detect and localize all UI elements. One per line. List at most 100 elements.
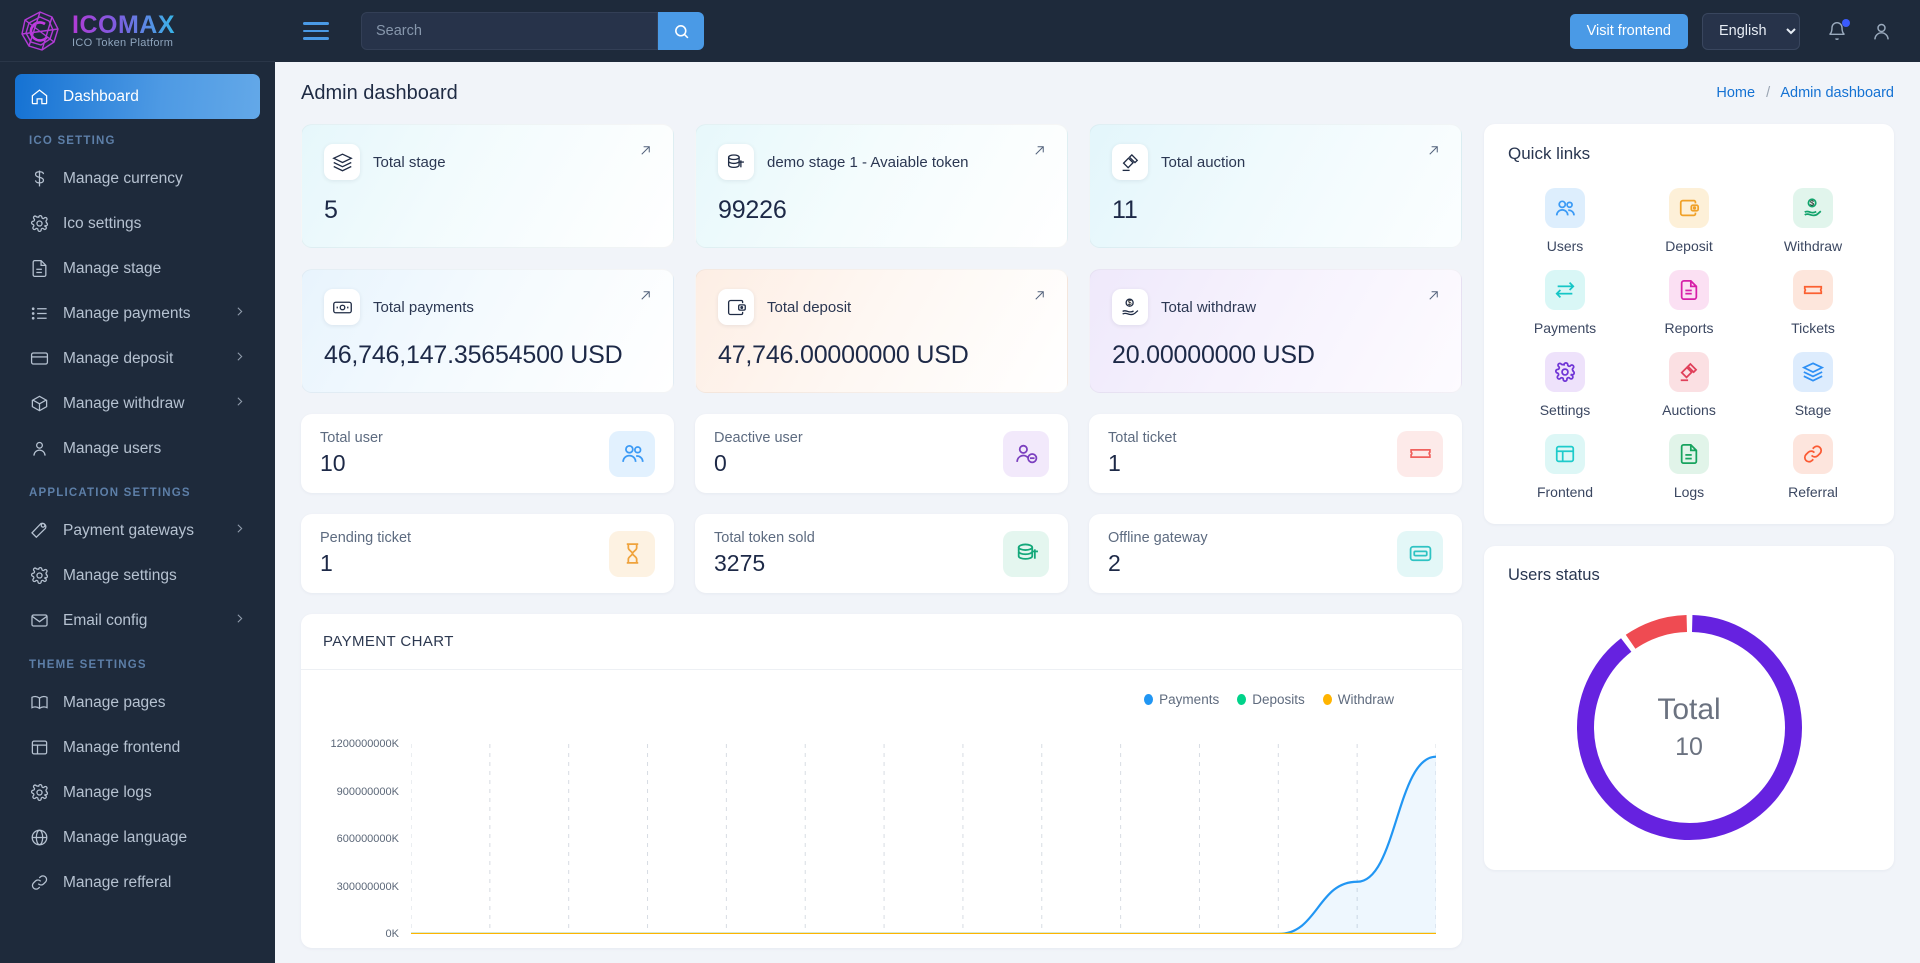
gear-icon <box>29 214 49 234</box>
quick-link-payments[interactable]: Payments <box>1506 270 1624 336</box>
quick-link-referral[interactable]: Referral <box>1754 434 1872 500</box>
quick-link-label: Users <box>1546 238 1584 254</box>
notification-bell-button[interactable] <box>1822 16 1852 46</box>
metric-card-total-token-sold[interactable]: Total token sold 3275 <box>695 514 1068 593</box>
quick-link-settings[interactable]: Settings <box>1506 352 1624 418</box>
sidebar-item-dashboard[interactable]: Dashboard <box>15 74 260 119</box>
language-select[interactable]: English <box>1702 12 1800 50</box>
layout-icon <box>29 738 49 758</box>
legend-color-dot <box>1237 693 1247 705</box>
legend-item-deposits[interactable]: Deposits <box>1237 692 1305 707</box>
page-content: Admin dashboard Home / Admin dashboard T… <box>275 62 1920 963</box>
quick-link-label: Tickets <box>1791 320 1835 336</box>
quick-link-withdraw[interactable]: $ Withdraw <box>1754 188 1872 254</box>
sidebar-item-manage-settings[interactable]: Manage settings <box>15 553 260 598</box>
hand-cash-icon: $ <box>1804 198 1822 217</box>
layout-icon <box>1555 445 1575 463</box>
stat-card-total-stage[interactable]: Total stage 5 <box>301 124 674 248</box>
sidebar-item-payment-gateways[interactable]: Payment gateways <box>15 508 260 553</box>
stat-card-label: Total payments <box>373 298 474 316</box>
stat-card-total-payments[interactable]: Total payments 46,746,147.35654500 USD <box>301 269 674 393</box>
sidebar-item-manage-logs[interactable]: Manage logs <box>15 770 260 815</box>
arrow-up-right-icon[interactable] <box>1426 288 1441 308</box>
quick-link-label: Settings <box>1539 402 1591 418</box>
sidebar-item-label: Manage language <box>63 828 188 846</box>
chevron-right-icon[interactable] <box>233 395 246 413</box>
metric-card-total-user[interactable]: Total user 10 <box>301 414 674 493</box>
metric-card-total-ticket[interactable]: Total ticket 1 <box>1089 414 1462 493</box>
quick-link-logs[interactable]: Logs <box>1630 434 1748 500</box>
home-icon <box>29 87 49 107</box>
legend-item-withdraw[interactable]: Withdraw <box>1322 692 1394 707</box>
sidebar-item-manage-withdraw[interactable]: Manage withdraw <box>15 381 260 426</box>
arrow-up-right-icon[interactable] <box>638 143 653 163</box>
quick-link-reports[interactable]: Reports <box>1630 270 1748 336</box>
ticket-icon <box>1793 270 1833 310</box>
dollar-icon <box>29 169 49 189</box>
chevron-right-icon[interactable] <box>233 305 246 323</box>
metric-card-offline-gateway[interactable]: Offline gateway 2 <box>1089 514 1462 593</box>
sidebar-item-manage-language[interactable]: Manage language <box>15 815 260 860</box>
arrow-up-right-icon[interactable] <box>1032 143 1047 163</box>
document-icon <box>1680 443 1698 465</box>
gear-icon <box>29 566 49 586</box>
sidebar-item-manage-refferal[interactable]: Manage refferal <box>15 860 260 905</box>
sidebar-item-manage-pages[interactable]: Manage pages <box>15 680 260 725</box>
account-menu-button[interactable] <box>1866 16 1896 46</box>
globe-icon <box>29 828 49 848</box>
stat-card-demo-stage-1-avaiable-token[interactable]: demo stage 1 - Avaiable token 99226 <box>695 124 1068 248</box>
big-cards-row-2: Total payments 46,746,147.35654500 USD Tot… <box>301 269 1462 393</box>
sidebar-item-label: Manage refferal <box>63 873 172 891</box>
wallet-icon <box>1679 199 1700 217</box>
visit-frontend-button[interactable]: Visit frontend <box>1569 13 1688 49</box>
brand[interactable]: ICOMAX ICO Token Platform <box>0 0 275 62</box>
sidebar-item-manage-frontend[interactable]: Manage frontend <box>15 725 260 770</box>
hand-cash-icon: $ <box>1793 188 1833 228</box>
ticket-icon <box>1397 430 1443 477</box>
layout-icon <box>1545 434 1585 474</box>
document-icon <box>32 259 46 278</box>
sidebar-item-manage-payments[interactable]: Manage payments <box>15 291 260 336</box>
breadcrumb-current[interactable]: Admin dashboard <box>1780 85 1894 101</box>
sidebar-item-manage-users[interactable]: Manage users <box>15 426 260 471</box>
chevron-right-icon[interactable] <box>233 522 246 540</box>
stat-card-total-auction[interactable]: Total auction 11 <box>1089 124 1462 248</box>
book-icon <box>29 693 49 713</box>
sidebar-item-ico-settings[interactable]: Ico settings <box>15 201 260 246</box>
layout-icon <box>31 740 47 755</box>
quick-link-tickets[interactable]: Tickets <box>1754 270 1872 336</box>
stat-card-total-withdraw[interactable]: $ Total withdraw 20.00000000 USD <box>1089 269 1462 393</box>
sidebar-item-manage-deposit[interactable]: Manage deposit <box>15 336 260 381</box>
metric-card-pending-ticket[interactable]: Pending ticket 1 <box>301 514 674 593</box>
quick-link-users[interactable]: Users <box>1506 188 1624 254</box>
legend-item-payments[interactable]: Payments <box>1144 692 1219 707</box>
envelope-icon <box>30 614 48 627</box>
sidebar-item-manage-currency[interactable]: Manage currency <box>15 156 260 201</box>
sidebar-item-email-config[interactable]: Email config <box>15 598 260 643</box>
wallet-icon <box>1669 188 1709 228</box>
sidebar-item-manage-stage[interactable]: Manage stage <box>15 246 260 291</box>
donut-slice-inactive[interactable] <box>1625 615 1687 649</box>
arrow-up-right-icon[interactable] <box>638 288 653 308</box>
arrow-up-right-icon[interactable] <box>1426 143 1441 163</box>
gavel-icon <box>1669 352 1709 392</box>
users-icon <box>609 430 655 477</box>
quick-link-stage[interactable]: Stage <box>1754 352 1872 418</box>
chevron-right-icon[interactable] <box>233 612 246 630</box>
quick-link-auctions[interactable]: Auctions <box>1630 352 1748 418</box>
notification-badge-dot <box>1842 19 1850 27</box>
arrow-up-right-icon[interactable] <box>1032 288 1047 308</box>
quick-link-label: Reports <box>1664 320 1714 336</box>
quick-link-frontend[interactable]: Frontend <box>1506 434 1624 500</box>
chevron-right-icon[interactable] <box>233 350 246 368</box>
hamburger-icon[interactable] <box>303 22 331 40</box>
chart-y-axis: 0K 300000000K 600000000K 900000000K 12000000… <box>319 738 405 940</box>
stat-card-total-deposit[interactable]: Total deposit 47,746.00000000 USD <box>695 269 1068 393</box>
metric-card-value: 2 <box>1108 550 1121 576</box>
search-button[interactable] <box>658 12 704 50</box>
search-input[interactable] <box>361 12 658 50</box>
coins-icon <box>718 144 754 180</box>
breadcrumb-home-link[interactable]: Home <box>1716 85 1755 101</box>
quick-link-deposit[interactable]: Deposit <box>1630 188 1748 254</box>
metric-card-deactive-user[interactable]: Deactive user 0 <box>695 414 1068 493</box>
